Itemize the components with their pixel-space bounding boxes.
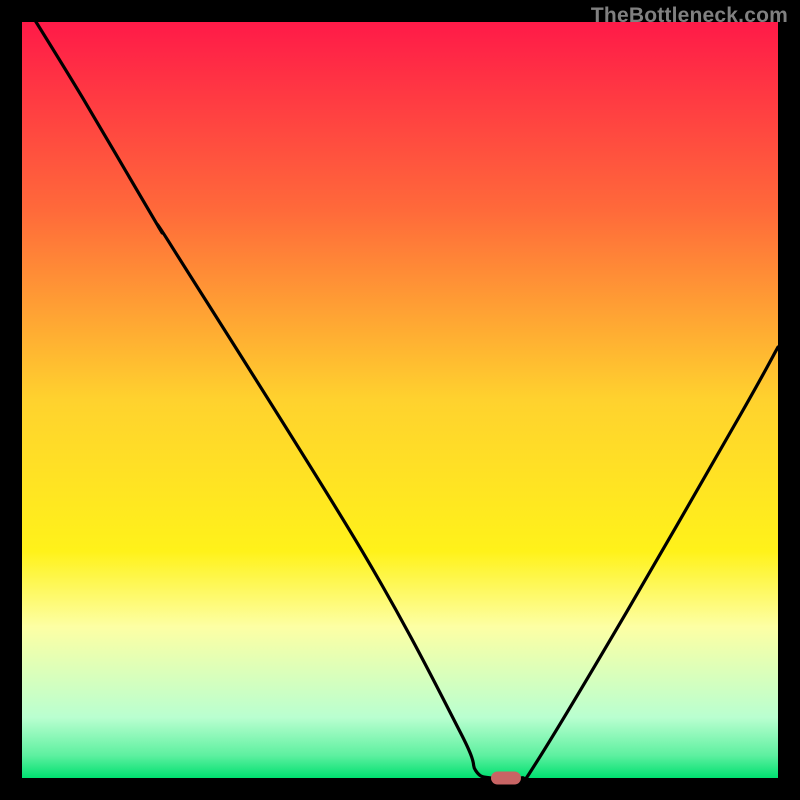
chart-frame: TheBottleneck.com <box>0 0 800 800</box>
plot-area <box>22 22 778 778</box>
bottleneck-curve <box>22 22 778 778</box>
optimal-point-marker <box>491 772 521 785</box>
watermark-label: TheBottleneck.com <box>591 4 788 28</box>
